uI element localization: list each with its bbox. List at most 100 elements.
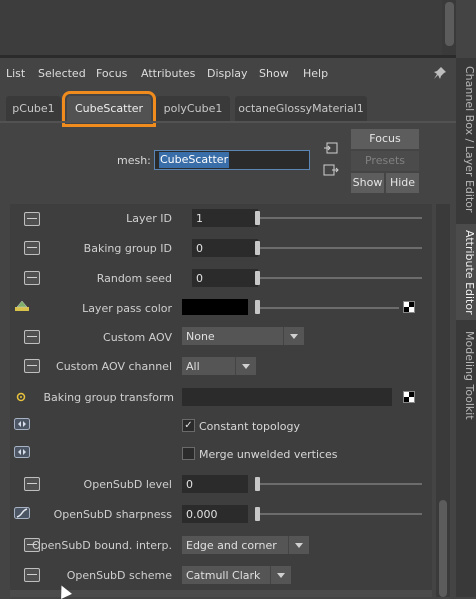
- chevron-down-icon: [288, 536, 309, 554]
- custom-aov-channel-dropdown[interactable]: All: [182, 357, 256, 375]
- layer-pass-color-slider-handle[interactable]: [255, 300, 260, 314]
- attribute-map-icon[interactable]: [24, 271, 40, 285]
- random-seed-label: Random seed: [96, 272, 172, 285]
- custom-aov-channel-label: Custom AOV channel: [56, 360, 172, 373]
- mesh-name-field[interactable]: CubeScatter: [154, 150, 310, 170]
- opensubd-level-slider-handle[interactable]: [255, 477, 260, 491]
- opensubd-sharpness-field[interactable]: 0.000: [182, 505, 248, 523]
- show-button[interactable]: Show: [351, 173, 384, 193]
- texture-map-icon[interactable]: [403, 391, 415, 403]
- opensubd-scheme-value: Catmull Clark: [186, 569, 261, 582]
- layer-pass-color-slider[interactable]: [259, 307, 399, 309]
- baking-group-transform-field[interactable]: [182, 388, 392, 406]
- color-map-icon[interactable]: [14, 300, 30, 312]
- opensubd-sharpness-value: 0.000: [186, 508, 218, 521]
- upper-scrollbar[interactable]: [442, 0, 456, 55]
- opensubd-scheme-label: OpenSubD scheme: [66, 569, 172, 582]
- transform-dot-icon[interactable]: [16, 392, 26, 402]
- constant-topology-checkbox[interactable]: ✓: [182, 419, 195, 432]
- opensubd-level-field[interactable]: 0: [182, 475, 248, 493]
- hide-button[interactable]: Hide: [386, 173, 419, 193]
- chevron-down-icon: [235, 357, 256, 375]
- baking-group-id-label: Baking group ID: [83, 242, 172, 255]
- attribute-map-icon[interactable]: [24, 568, 40, 582]
- layer-id-slider-handle[interactable]: [255, 211, 260, 225]
- baking-group-id-slider-handle[interactable]: [255, 241, 260, 255]
- random-seed-field[interactable]: 0: [192, 269, 258, 287]
- mesh-label: mesh:: [117, 154, 151, 167]
- toggle-map-icon[interactable]: [14, 418, 30, 430]
- baking-group-id-field[interactable]: 0: [192, 239, 258, 257]
- tab-modeling-toolkit[interactable]: Modeling Toolkit: [456, 330, 476, 420]
- opensubd-scheme-dropdown[interactable]: Catmull Clark: [182, 566, 291, 584]
- custom-aov-value: None: [186, 330, 215, 343]
- panel-divider[interactable]: [0, 55, 456, 58]
- focus-button[interactable]: Focus: [351, 129, 419, 149]
- opensubd-bound-value: Edge and corner: [186, 539, 277, 552]
- opensubd-level-slider[interactable]: [259, 483, 422, 485]
- texture-map-icon[interactable]: [403, 301, 415, 313]
- menu-attributes[interactable]: Attributes: [141, 67, 195, 80]
- opensubd-sharpness-slider-handle[interactable]: [255, 507, 260, 521]
- menu-focus[interactable]: Focus: [96, 67, 127, 80]
- curve-map-icon[interactable]: [14, 507, 30, 519]
- presets-button[interactable]: Presets: [351, 151, 419, 171]
- upper-scroll-thumb[interactable]: [445, 2, 454, 46]
- tab-pcube1[interactable]: pCube1: [6, 96, 61, 122]
- baking-group-transform-label: Baking group transform: [43, 391, 174, 404]
- tab-attribute-editor[interactable]: Attribute Editor: [456, 224, 476, 320]
- tab-cubescatter[interactable]: CubeScatter: [62, 91, 156, 127]
- opensubd-sharpness-slider[interactable]: [259, 513, 422, 515]
- tab-octaneglossymaterial1[interactable]: octaneGlossyMaterial1: [235, 96, 367, 122]
- layer-id-slider[interactable]: [259, 217, 422, 219]
- chevron-down-icon: [270, 566, 291, 584]
- tab-underline: [0, 121, 456, 123]
- baking-group-id-value: 0: [196, 242, 203, 255]
- opensubd-level-label: OpenSubD level: [83, 478, 172, 491]
- layer-id-field[interactable]: 1: [192, 209, 258, 227]
- attribute-map-icon[interactable]: [24, 330, 40, 344]
- attribute-map-icon[interactable]: [24, 359, 40, 373]
- side-tab-strip: Channel Box / Layer Editor Attribute Edi…: [456, 58, 476, 597]
- menu-list[interactable]: List: [6, 67, 25, 80]
- pin-icon[interactable]: [433, 66, 447, 80]
- menu-show[interactable]: Show: [259, 67, 289, 80]
- attribute-scroll-thumb[interactable]: [439, 500, 447, 597]
- layer-pass-color-swatch[interactable]: [182, 299, 248, 315]
- custom-aov-label: Custom AOV: [103, 331, 172, 344]
- random-seed-value: 0: [196, 272, 203, 285]
- menu-help[interactable]: Help: [303, 67, 328, 80]
- attribute-map-icon[interactable]: [24, 212, 40, 226]
- baking-group-id-slider[interactable]: [259, 247, 422, 249]
- constant-topology-label: Constant topology: [199, 420, 300, 433]
- menu-display[interactable]: Display: [207, 67, 248, 80]
- opensubd-sharpness-label: OpenSubD sharpness: [53, 508, 172, 521]
- chevron-down-icon: [283, 327, 304, 345]
- go-to-output-icon[interactable]: [323, 163, 339, 177]
- go-to-input-icon[interactable]: [323, 141, 339, 155]
- attribute-scrollbar[interactable]: [436, 204, 450, 597]
- opensubd-level-value: 0: [186, 478, 193, 491]
- layer-pass-color-label: Layer pass color: [82, 302, 172, 315]
- attribute-list: Layer ID 1 Baking group ID 0 Random seed…: [10, 204, 432, 597]
- node-tabs: pCube1 CubeScatter polyCube1 octaneGloss…: [0, 91, 456, 127]
- random-seed-slider[interactable]: [259, 277, 422, 279]
- menu-selected[interactable]: Selected: [38, 67, 86, 80]
- attribute-map-icon[interactable]: [24, 241, 40, 255]
- custom-aov-channel-value: All: [186, 360, 200, 373]
- upper-panel: [0, 0, 456, 55]
- layer-id-label: Layer ID: [126, 212, 172, 225]
- merge-unwelded-checkbox[interactable]: [182, 447, 195, 460]
- custom-aov-dropdown[interactable]: None: [182, 327, 304, 345]
- mesh-name-value: CubeScatter: [159, 152, 230, 168]
- layer-id-value: 1: [196, 212, 203, 225]
- next-section-header[interactable]: [10, 590, 432, 597]
- opensubd-bound-dropdown[interactable]: Edge and corner: [182, 536, 309, 554]
- menu-bar: List Selected Focus Attributes Display S…: [0, 60, 456, 88]
- tab-channel-box[interactable]: Channel Box / Layer Editor: [456, 64, 476, 214]
- merge-unwelded-label: Merge unwelded vertices: [199, 448, 338, 461]
- toggle-map-icon[interactable]: [14, 446, 30, 458]
- attribute-map-icon[interactable]: [24, 477, 40, 491]
- tab-polycube1[interactable]: polyCube1: [156, 96, 230, 122]
- random-seed-slider-handle[interactable]: [255, 271, 260, 285]
